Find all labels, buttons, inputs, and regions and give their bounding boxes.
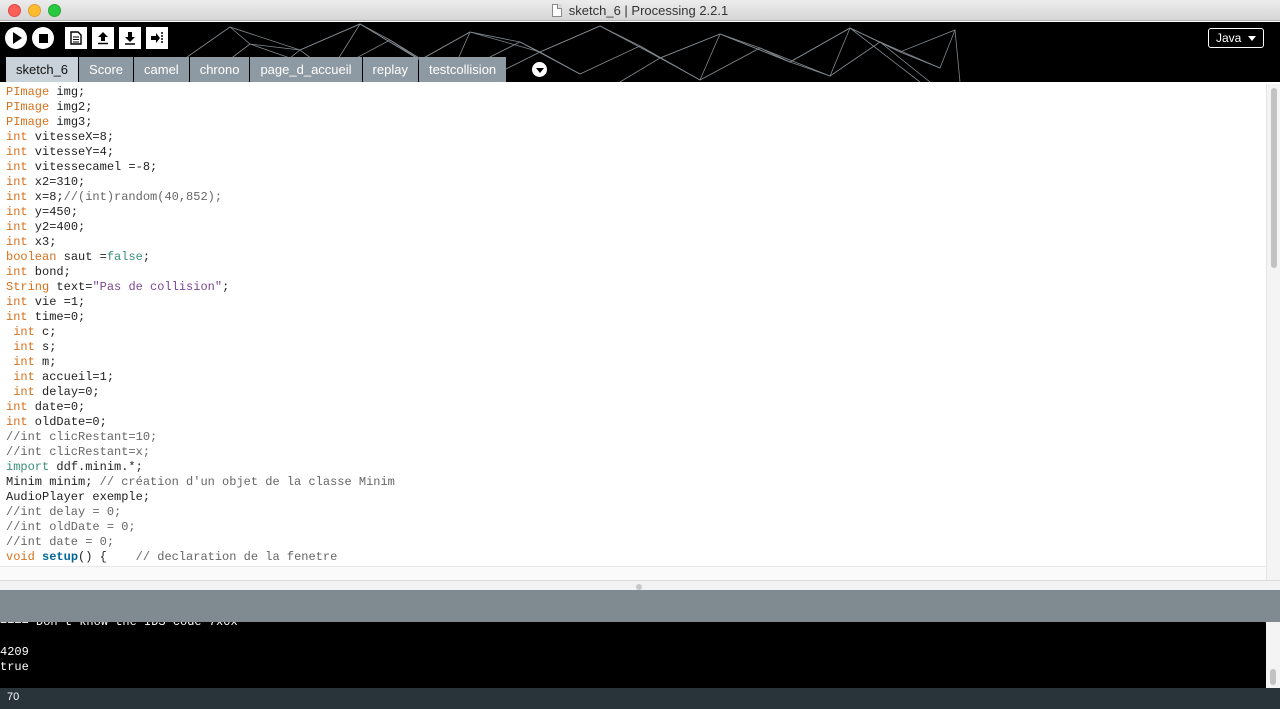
tab-score[interactable]: Score [79,57,134,82]
code-line[interactable]: int c; [6,325,1266,340]
new-sketch-button[interactable] [65,27,87,49]
upload-arrow-icon [98,32,108,45]
export-button[interactable] [146,27,168,49]
code-line[interactable]: //int date = 0; [6,535,1266,550]
code-line[interactable]: int x3; [6,235,1266,250]
code-line[interactable]: PImage img2; [6,100,1266,115]
code-line[interactable]: int oldDate=0; [6,415,1266,430]
code-line[interactable]: //int delay = 0; [6,505,1266,520]
code-line[interactable]: int date=0; [6,400,1266,415]
code-line[interactable]: PImage img; [6,85,1266,100]
code-editor[interactable]: PImage img; PImage img2; PImage img3; int v… [0,84,1266,566]
code-line[interactable]: //int clicRestant=x; [6,445,1266,460]
mode-label: Java [1216,31,1242,45]
download-arrow-icon [125,32,135,45]
toolbar: Java sketch_6 Score camel chrono page_d_… [0,22,1280,82]
code-line[interactable]: int m; [6,355,1266,370]
console[interactable]: ==== Don't know the IDS code 7x0x 4209 tr… [0,622,1266,688]
chevron-down-icon [1248,36,1256,41]
play-icon [13,32,22,44]
code-line[interactable]: String text="Pas de collision"; [6,280,1266,295]
code-line[interactable]: int time=0; [6,310,1266,325]
code-line[interactable]: int delay=0; [6,385,1266,400]
tab-menu-button[interactable] [532,62,547,77]
code-line[interactable]: int vitessecamel =-8; [6,160,1266,175]
code-line[interactable]: int x2=310; [6,175,1266,190]
tab-sketch_6[interactable]: sketch_6 [6,57,79,82]
stop-icon [38,33,48,43]
line-number: 70 [7,691,20,703]
run-button[interactable] [5,27,27,49]
scroll-thumb[interactable] [1270,669,1276,685]
open-button[interactable] [92,27,114,49]
window-title: sketch_6 | Processing 2.2.1 [568,3,729,18]
code-line[interactable]: int vitesseY=4; [6,145,1266,160]
message-area [0,590,1280,622]
stop-button[interactable] [32,27,54,49]
code-line[interactable]: int y=450; [6,205,1266,220]
tab-page_d_accueil[interactable]: page_d_accueil [250,57,362,82]
code-line[interactable]: int accueil=1; [6,370,1266,385]
chevron-down-icon [535,68,544,73]
scroll-thumb[interactable] [1271,88,1277,268]
code-line[interactable]: int y2=400; [6,220,1266,235]
tab-testcollision[interactable]: testcollision [418,57,507,82]
code-line[interactable]: int vitesseX=8; [6,130,1266,145]
pane-divider[interactable] [0,580,1280,590]
save-button[interactable] [119,27,141,49]
title-bar: sketch_6 | Processing 2.2.1 [0,0,1280,21]
editor-vertical-scrollbar[interactable] [1266,84,1280,582]
code-line[interactable]: int vie =1; [6,295,1266,310]
status-bar: 70 [0,688,1280,709]
tab-replay[interactable]: replay [362,57,418,82]
sketch-tabs: sketch_6 Score camel chrono page_d_accue… [6,57,507,82]
export-arrow-icon [151,32,163,44]
console-scrollbar[interactable] [1266,622,1280,688]
tab-chrono[interactable]: chrono [189,57,250,82]
editor-horizontal-scrollbar[interactable] [0,566,1266,580]
code-line[interactable]: PImage img3; [6,115,1266,130]
document-icon [551,4,562,17]
new-file-icon [70,31,82,45]
code-line[interactable]: void setup() { // declaration de la fene… [6,550,1266,565]
mode-selector[interactable]: Java [1208,28,1264,48]
console-line: true [0,660,29,674]
console-line: ==== Don't know the IDS code 7x0x [0,622,238,629]
code-line[interactable]: //int oldDate = 0; [6,520,1266,535]
code-line[interactable]: int s; [6,340,1266,355]
window-title-wrap: sketch_6 | Processing 2.2.1 [0,0,1280,21]
code-line[interactable]: AudioPlayer exemple; [6,490,1266,505]
code-line[interactable]: import ddf.minim.*; [6,460,1266,475]
code-line[interactable]: //int clicRestant=10; [6,430,1266,445]
code-line[interactable]: Minim minim; // création d'un objet de l… [6,475,1266,490]
console-line: 4209 [0,645,29,659]
console-text: ==== Don't know the IDS code 7x0x 4209 tr… [0,622,238,675]
code-line[interactable]: int bond; [6,265,1266,280]
code-text[interactable]: PImage img; PImage img2; PImage img3; int v… [0,84,1266,565]
code-line[interactable]: int x=8;//(int)random(40,852); [6,190,1266,205]
tab-camel[interactable]: camel [134,57,189,82]
code-line[interactable]: boolean saut =false; [6,250,1266,265]
